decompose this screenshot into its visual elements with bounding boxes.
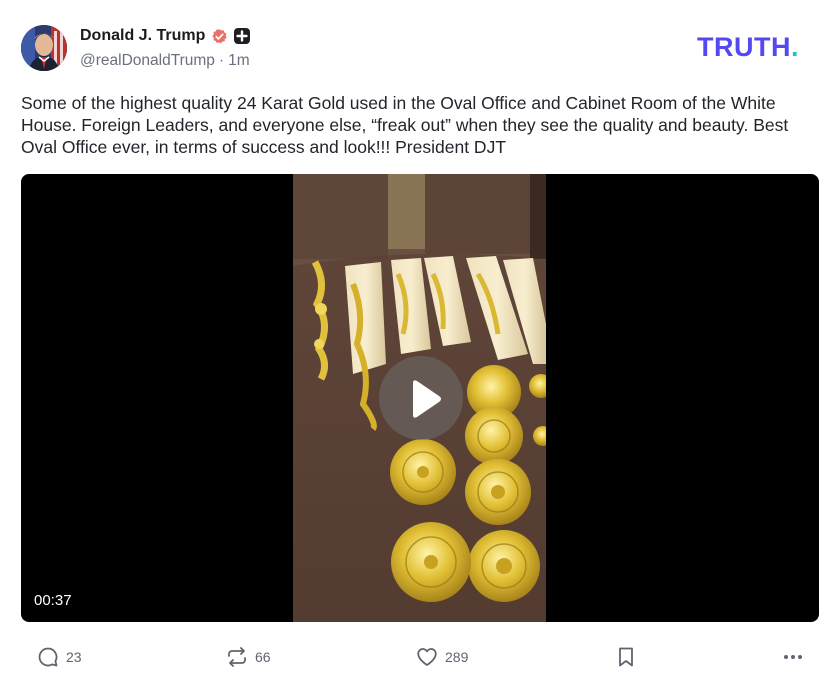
logo-dot: . <box>790 32 799 62</box>
video-duration: 00:37 <box>34 592 72 609</box>
bookmark-icon <box>619 647 633 667</box>
comment-icon <box>38 647 58 667</box>
author-display-name[interactable]: Donald J. Trump <box>80 27 205 45</box>
play-icon <box>413 380 441 418</box>
avatar[interactable] <box>21 25 67 71</box>
author-name-row: Donald J. Trump <box>80 26 251 46</box>
reply-count: 23 <box>66 649 82 665</box>
truth-logo[interactable]: TRUTH. <box>697 34 799 61</box>
author-handle[interactable]: @realDonaldTrump <box>80 52 215 70</box>
author-meta: @realDonaldTrump · 1m <box>80 52 250 70</box>
video-player[interactable]: 00:37 <box>21 174 819 622</box>
play-button[interactable] <box>379 356 463 440</box>
repost-icon <box>228 647 246 667</box>
like-button[interactable]: 289 <box>415 642 468 672</box>
more-icon <box>784 655 802 659</box>
retruth-button[interactable]: 66 <box>225 642 271 672</box>
retruth-count: 66 <box>255 649 271 665</box>
logo-text: TRUTH <box>697 32 791 62</box>
verified-icon <box>211 28 228 45</box>
more-button[interactable] <box>781 642 805 672</box>
heart-icon <box>417 648 437 666</box>
like-count: 289 <box>445 649 469 665</box>
post-body-text: Some of the highest quality 24 Karat Gol… <box>21 93 789 157</box>
bookmark-button[interactable] <box>614 642 638 672</box>
reply-button[interactable]: 23 <box>36 642 82 672</box>
post-timestamp[interactable]: 1m <box>228 52 250 70</box>
plus-badge-icon <box>234 28 251 44</box>
meta-separator: · <box>218 52 225 69</box>
post-actions: 23 66 289 <box>21 642 819 672</box>
